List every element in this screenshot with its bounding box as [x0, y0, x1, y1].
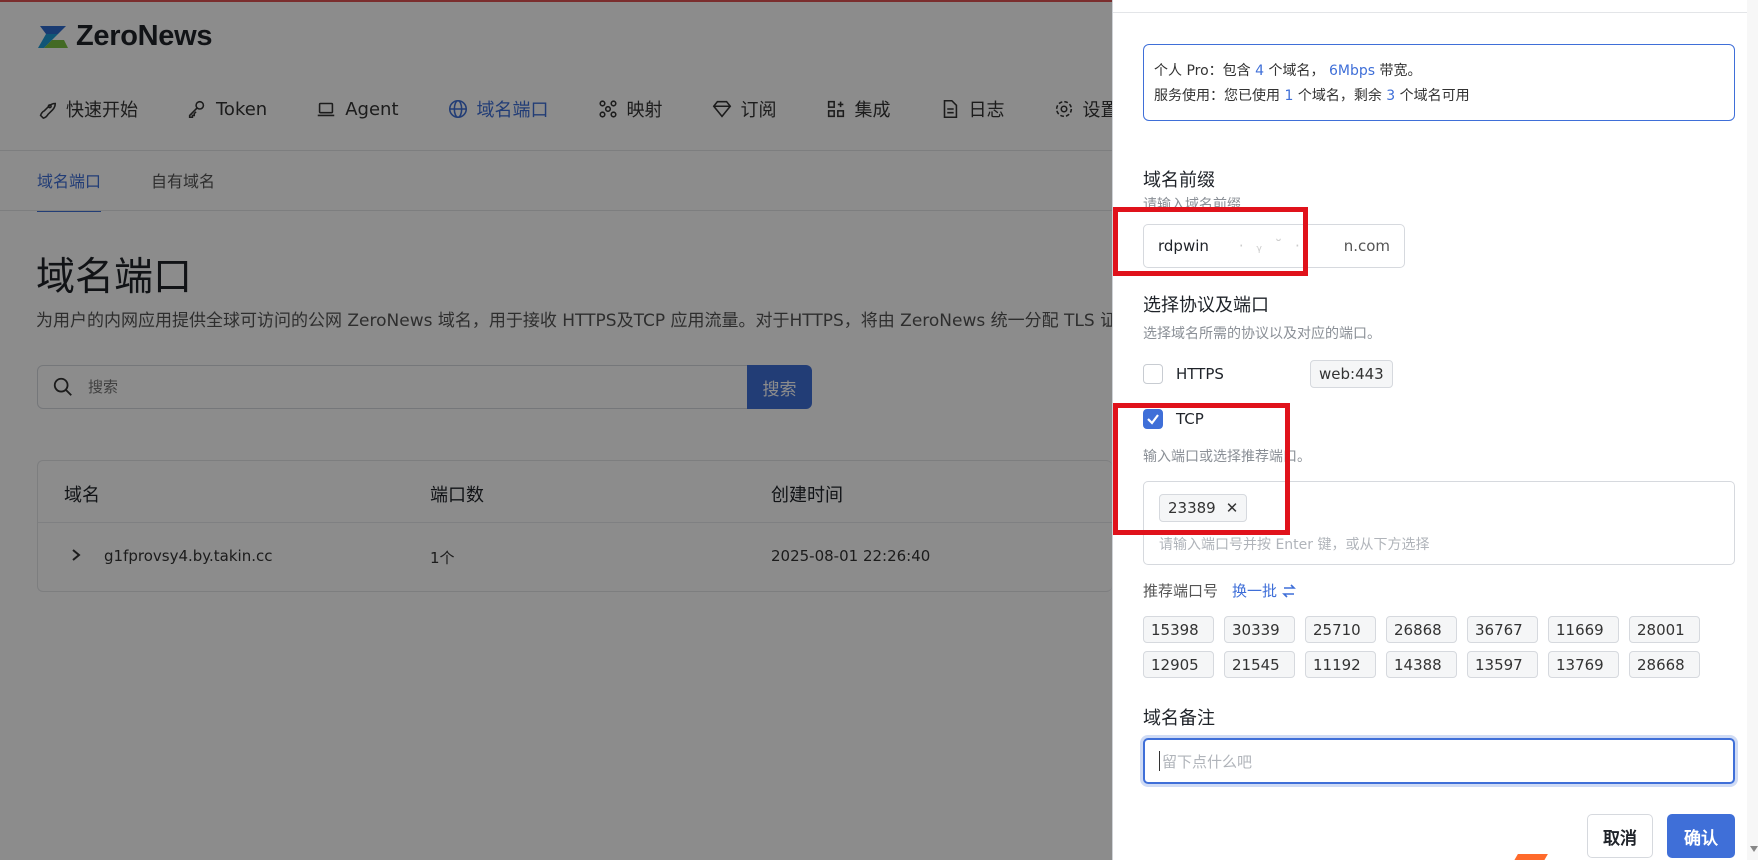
note-input[interactable]: 留下点什么吧	[1143, 738, 1735, 784]
protocol-hint: 选择域名所需的协议以及对应的端口。	[1143, 326, 1381, 342]
highlight-box-tcp	[1113, 403, 1290, 535]
modal-overlay[interactable]	[0, 0, 1112, 860]
drawer-header-divider	[1113, 12, 1758, 13]
highlight-box-prefix	[1113, 207, 1308, 276]
text-caret	[1159, 751, 1160, 771]
plan-line-2: 服务使用：您已使用 1 个域名，剩余 3 个域名可用	[1154, 88, 1470, 104]
recommend-label: 推荐端口号	[1143, 582, 1219, 600]
recommended-port-option[interactable]: 13769	[1548, 651, 1619, 678]
recommended-port-option[interactable]: 13597	[1467, 651, 1538, 678]
recommended-port-option[interactable]: 25710	[1305, 616, 1376, 643]
recommended-port-option[interactable]: 15398	[1143, 616, 1214, 643]
prefix-suffix: n.com	[1343, 237, 1390, 255]
recommended-port-option[interactable]: 36767	[1467, 616, 1538, 643]
swap-icon	[1282, 583, 1296, 598]
https-port-tag: web:443	[1310, 360, 1393, 388]
recommended-port-option[interactable]: 21545	[1224, 651, 1295, 678]
scroll-down-arrow-icon[interactable]	[1750, 846, 1758, 852]
cursor-mark	[1512, 854, 1548, 860]
plan-line-1: 个人 Pro：包含 4 个域名， 6Mbps 带宽。	[1154, 63, 1422, 79]
cancel-button[interactable]: 取消	[1587, 814, 1653, 858]
confirm-button[interactable]: 确认	[1667, 814, 1735, 858]
port-placeholder: 请输入端口号并按 Enter 键，或从下方选择	[1159, 537, 1430, 553]
protocol-label: 选择协议及端口	[1143, 295, 1269, 316]
recommended-ports-grid: 15398 30339 25710 26868 36767 11669 28001 12905…	[1143, 616, 1703, 678]
recommended-port-option[interactable]: 28001	[1629, 616, 1700, 643]
refresh-ports-button[interactable]: 换一批	[1232, 580, 1297, 601]
recommended-port-option[interactable]: 26868	[1386, 616, 1457, 643]
recommended-port-option[interactable]: 11192	[1305, 651, 1376, 678]
recommended-port-option[interactable]: 11669	[1548, 616, 1619, 643]
plan-info-box: 个人 Pro：包含 4 个域名， 6Mbps 带宽。 服务使用：您已使用 1 个…	[1143, 44, 1735, 121]
recommend-row: 推荐端口号 换一批	[1143, 580, 1297, 601]
https-checkbox[interactable]	[1143, 364, 1163, 384]
recommended-port-option[interactable]: 12905	[1143, 651, 1214, 678]
recommended-port-option[interactable]: 30339	[1224, 616, 1295, 643]
recommended-port-option[interactable]: 28668	[1629, 651, 1700, 678]
note-label: 域名备注	[1143, 708, 1215, 729]
prefix-label: 域名前缀	[1143, 170, 1215, 191]
drawer-scrollbar[interactable]	[1747, 0, 1758, 860]
recommended-port-option[interactable]: 14388	[1386, 651, 1457, 678]
https-label: HTTPS	[1176, 365, 1224, 383]
